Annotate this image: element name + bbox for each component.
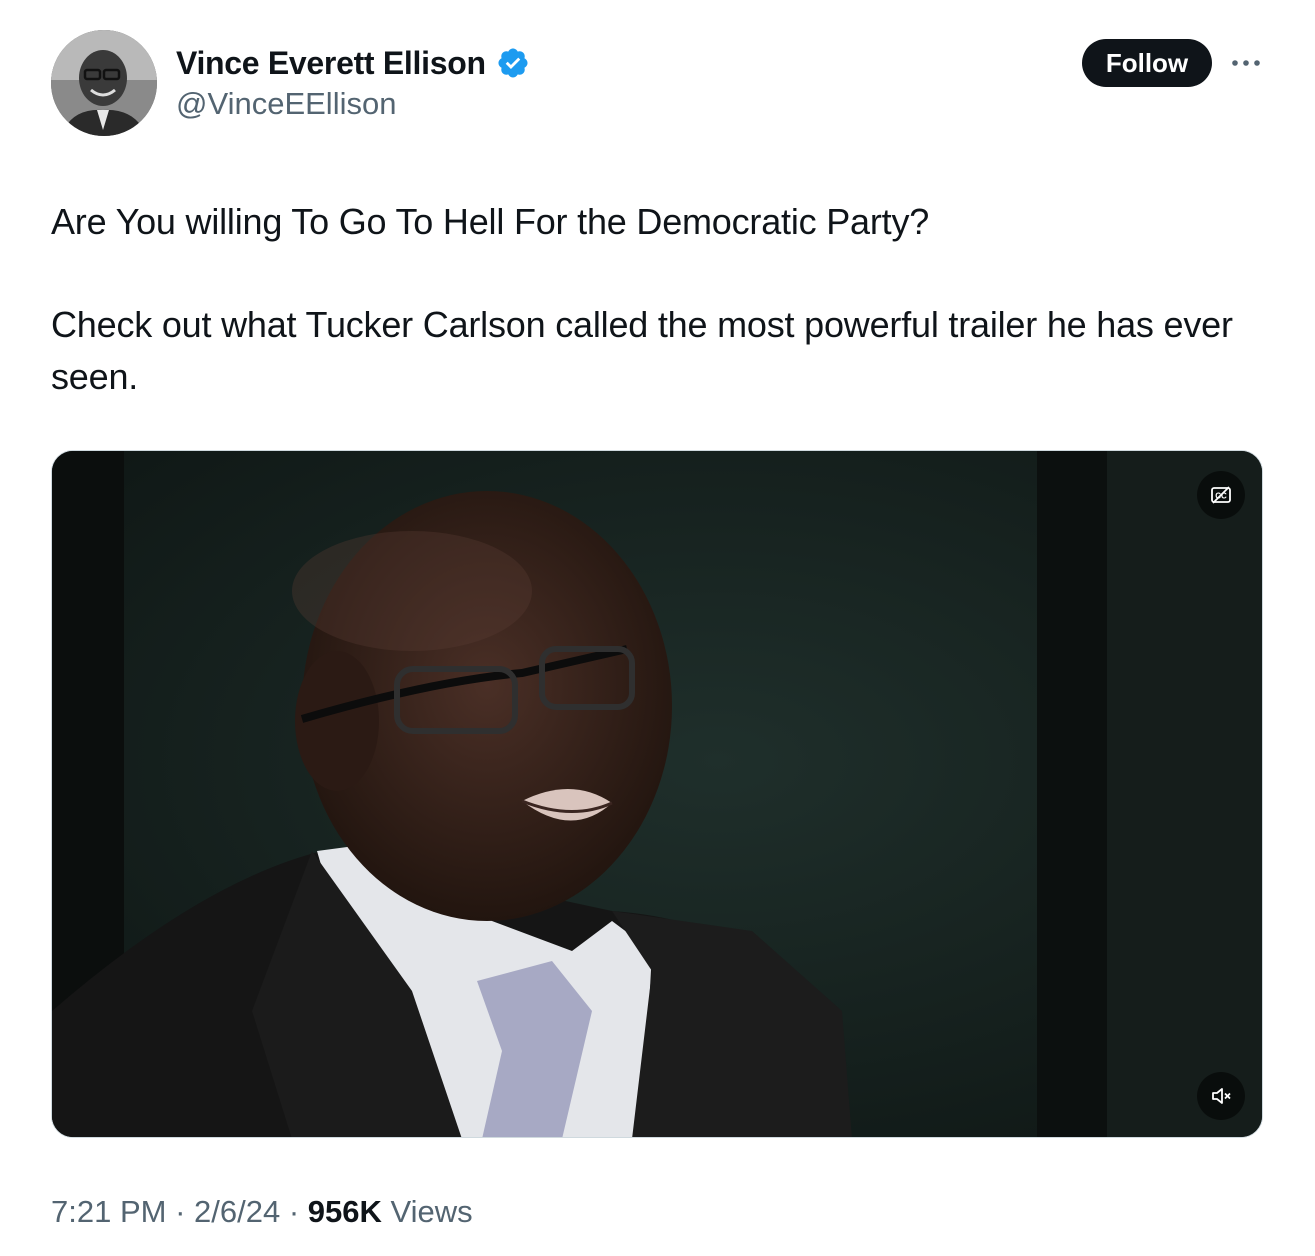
views-label: Views <box>381 1194 473 1229</box>
views-count: 956K <box>307 1194 382 1229</box>
more-options-icon[interactable] <box>1228 50 1264 76</box>
muted-speaker-icon[interactable] <box>1197 1072 1245 1120</box>
tweet-paragraph: Are You willing To Go To Hell For the De… <box>51 201 930 242</box>
tweet-paragraph: Check out what Tucker Carlson called the… <box>51 304 1233 397</box>
author-display-name[interactable]: Vince Everett Ellison <box>176 45 486 82</box>
verified-badge-icon <box>498 48 528 78</box>
tweet-date[interactable]: 2/6/24 <box>194 1194 280 1230</box>
tweet-text: Are You willing To Go To Hell For the De… <box>51 196 1271 403</box>
video-frame <box>52 451 1262 1137</box>
author-name-row[interactable]: Vince Everett Ellison <box>176 42 530 84</box>
author-avatar[interactable] <box>51 30 157 136</box>
tweet-time[interactable]: 7:21 PM <box>51 1194 166 1230</box>
video-player[interactable]: CC <box>51 450 1263 1138</box>
avatar-photo <box>51 30 157 136</box>
author-handle[interactable]: @VinceEEllison <box>176 86 396 122</box>
tweet-metadata: 7:21 PM · 2/6/24 · 956K Views <box>51 1190 473 1234</box>
meta-separator: · <box>280 1194 308 1229</box>
follow-button[interactable]: Follow <box>1082 39 1212 87</box>
meta-separator: · <box>166 1194 195 1229</box>
captions-off-icon[interactable]: CC <box>1197 471 1245 519</box>
